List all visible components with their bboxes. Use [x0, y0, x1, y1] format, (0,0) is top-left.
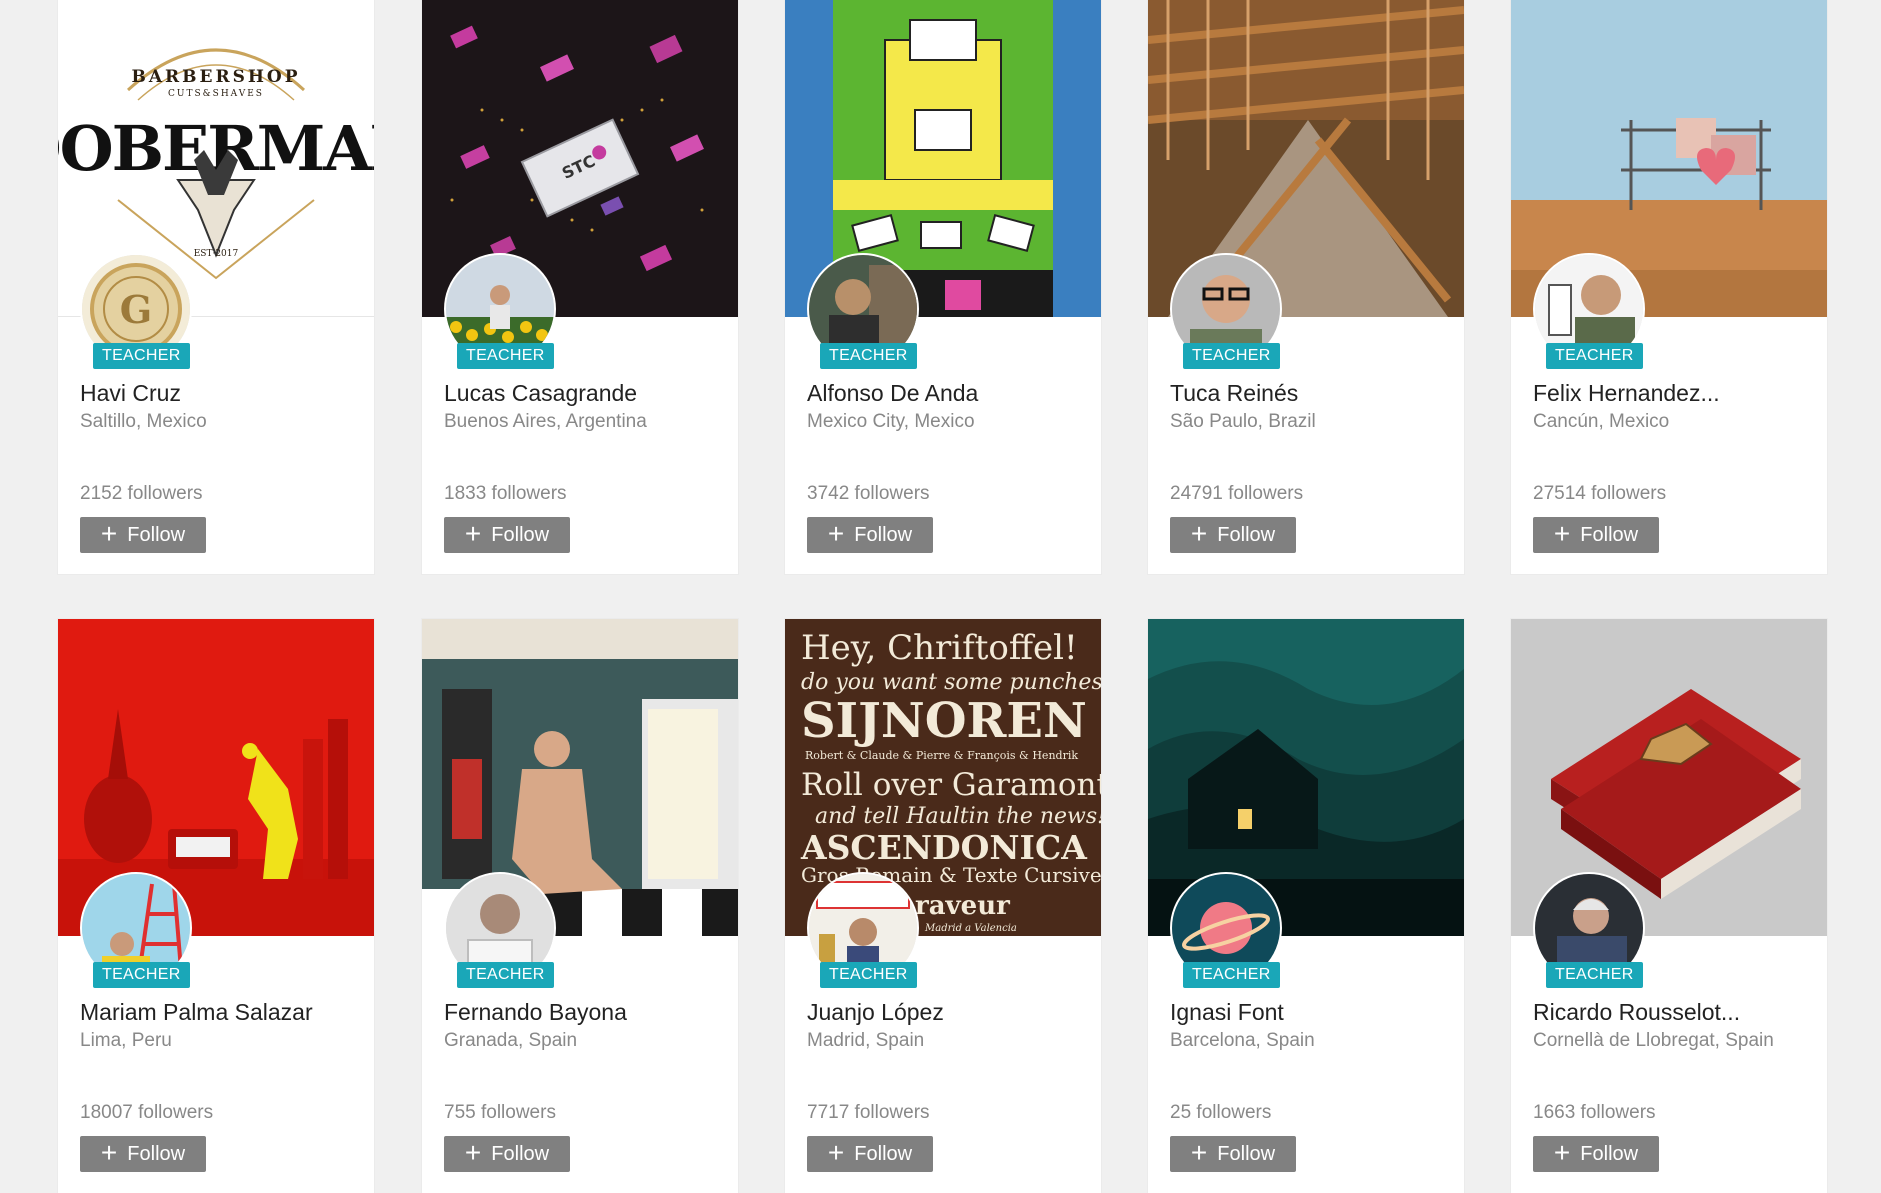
follow-button[interactable]: + Follow — [444, 517, 570, 553]
teacher-card[interactable]: TEACHER Ricardo Rousselot... Cornellà de… — [1511, 619, 1827, 1193]
svg-text:SIJNOREN: SIJNOREN — [801, 693, 1087, 749]
teacher-name[interactable]: Lucas Casagrande — [444, 378, 724, 408]
plus-icon: + — [1190, 517, 1208, 549]
follow-label: Follow — [854, 1142, 913, 1165]
teacher-badge: TEACHER — [457, 962, 554, 988]
teacher-card[interactable]: TEACHER Ignasi Font Barcelona, Spain 25 … — [1148, 619, 1464, 1193]
teacher-card[interactable]: TEACHER Felix Hernandez... Cancún, Mexic… — [1511, 0, 1827, 574]
follow-button[interactable]: + Follow — [1533, 1136, 1659, 1172]
follow-label: Follow — [127, 523, 186, 546]
teacher-card[interactable]: TEACHER Mariam Palma Salazar Lima, Peru … — [58, 619, 374, 1193]
follow-button[interactable]: + Follow — [1533, 517, 1659, 553]
teacher-card[interactable]: BARBERSHOP CUTS&SHAVES DOBERMAN EST·2017… — [58, 0, 374, 574]
followers-count: 2152 followers — [80, 483, 203, 504]
follow-label: Follow — [127, 1142, 186, 1165]
teacher-badge: TEACHER — [1546, 343, 1643, 369]
follow-button[interactable]: + Follow — [444, 1136, 570, 1172]
teacher-card[interactable]: TEACHER Tuca Reinés São Paulo, Brazil 24… — [1148, 0, 1464, 574]
svg-text:do you want some punches?: do you want some punches? — [801, 670, 1101, 695]
teacher-badge: TEACHER — [457, 343, 554, 369]
follow-label: Follow — [1217, 1142, 1276, 1165]
teacher-badge: TEACHER — [820, 962, 917, 988]
svg-text:Robert & Claude & Pierre & Fra: Robert & Claude & Pierre & François & He… — [805, 749, 1078, 762]
plus-icon: + — [1190, 1136, 1208, 1168]
followers-count: 755 followers — [444, 1102, 556, 1123]
follow-button[interactable]: + Follow — [807, 1136, 933, 1172]
plus-icon: + — [1553, 517, 1571, 549]
plus-icon: + — [464, 1136, 482, 1168]
followers-count: 25 followers — [1170, 1102, 1272, 1123]
teacher-badge: TEACHER — [1183, 343, 1280, 369]
teacher-badge: TEACHER — [93, 962, 190, 988]
teacher-location: São Paulo, Brazil — [1170, 411, 1316, 432]
teacher-location: Mexico City, Mexico — [807, 411, 975, 432]
follow-button[interactable]: + Follow — [1170, 517, 1296, 553]
teacher-name[interactable]: Juanjo López — [807, 997, 1087, 1027]
teacher-card[interactable]: TA TEACHER Alfonso De Anda Mexico City, … — [785, 0, 1101, 574]
teacher-badge: TEACHER — [1546, 962, 1643, 988]
teacher-location: Granada, Spain — [444, 1030, 578, 1051]
follow-label: Follow — [854, 523, 913, 546]
teacher-badge: TEACHER — [1183, 962, 1280, 988]
follow-label: Follow — [1217, 523, 1276, 546]
svg-text:and tell Haultin the news!: and tell Haultin the news! — [815, 804, 1101, 829]
teacher-badge: TEACHER — [93, 343, 190, 369]
followers-count: 1663 followers — [1533, 1102, 1656, 1123]
svg-text:Roll over Garamont: Roll over Garamont — [801, 767, 1101, 803]
teacher-name[interactable]: Ignasi Font — [1170, 997, 1450, 1027]
follow-button[interactable]: + Follow — [1170, 1136, 1296, 1172]
teacher-location: Barcelona, Spain — [1170, 1030, 1315, 1051]
teacher-card[interactable]: Hey, Chriftoffel! do you want some punch… — [785, 619, 1101, 1193]
plus-icon: + — [827, 517, 845, 549]
svg-text:BARBERSHOP: BARBERSHOP — [131, 67, 300, 87]
teacher-card[interactable]: TEACHER Fernando Bayona Granada, Spain 7… — [422, 619, 738, 1193]
follow-label: Follow — [491, 523, 550, 546]
follow-button[interactable]: + Follow — [80, 1136, 206, 1172]
teacher-name[interactable]: Ricardo Rousselot... — [1533, 997, 1813, 1027]
plus-icon: + — [100, 1136, 118, 1168]
teacher-location: Saltillo, Mexico — [80, 411, 207, 432]
followers-count: 1833 followers — [444, 483, 567, 504]
follow-button[interactable]: + Follow — [80, 517, 206, 553]
follow-label: Follow — [491, 1142, 550, 1165]
svg-text:G: G — [120, 287, 152, 332]
svg-text:Madrid a Valencia: Madrid a Valencia — [924, 923, 1017, 934]
followers-count: 3742 followers — [807, 483, 930, 504]
svg-text:EST·2017: EST·2017 — [194, 249, 239, 259]
teacher-badge: TEACHER — [820, 343, 917, 369]
teacher-grid: BARBERSHOP CUTS&SHAVES DOBERMAN EST·2017… — [0, 0, 1881, 1193]
followers-count: 24791 followers — [1170, 483, 1304, 504]
follow-button[interactable]: + Follow — [807, 517, 933, 553]
teacher-name[interactable]: Havi Cruz — [80, 378, 360, 408]
teacher-name[interactable]: Felix Hernandez... — [1533, 378, 1813, 408]
svg-text:CUTS&SHAVES: CUTS&SHAVES — [168, 89, 264, 99]
teacher-card[interactable]: STC TEACHER Lucas Casagrande Buenos Aire… — [422, 0, 738, 574]
svg-text:raveur: raveur — [915, 891, 1010, 921]
teacher-location: Buenos Aires, Argentina — [444, 411, 647, 432]
svg-text:ASCENDONICA: ASCENDONICA — [800, 828, 1087, 867]
plus-icon: + — [827, 1136, 845, 1168]
followers-count: 27514 followers — [1533, 483, 1667, 504]
plus-icon: + — [464, 517, 482, 549]
teacher-location: Madrid, Spain — [807, 1030, 925, 1051]
teacher-name[interactable]: Alfonso De Anda — [807, 378, 1087, 408]
teacher-name[interactable]: Mariam Palma Salazar — [80, 997, 360, 1027]
plus-icon: + — [1553, 1136, 1571, 1168]
teacher-name[interactable]: Tuca Reinés — [1170, 378, 1450, 408]
plus-icon: + — [100, 517, 118, 549]
svg-text:Hey, Chriftoffel!: Hey, Chriftoffel! — [801, 628, 1078, 668]
followers-count: 18007 followers — [80, 1102, 214, 1123]
follow-label: Follow — [1580, 523, 1639, 546]
teacher-location: Cancún, Mexico — [1533, 411, 1670, 432]
teacher-location: Lima, Peru — [80, 1030, 172, 1051]
teacher-location: Cornellà de Llobregat, Spain — [1533, 1030, 1774, 1051]
teacher-name[interactable]: Fernando Bayona — [444, 997, 724, 1027]
followers-count: 7717 followers — [807, 1102, 930, 1123]
follow-label: Follow — [1580, 1142, 1639, 1165]
